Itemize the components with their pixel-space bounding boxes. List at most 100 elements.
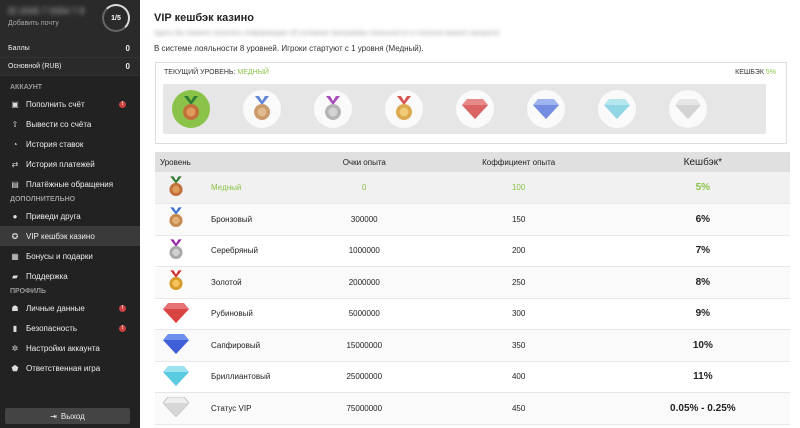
page-title: VIP кешбэк казино <box>154 12 255 24</box>
balance-main: Основной (RUB) 0 <box>0 58 140 76</box>
diamond-icon <box>163 365 189 386</box>
logout-button[interactable]: ⇥ Выход <box>5 408 130 424</box>
level-points: 75000000 <box>307 392 422 425</box>
copper-medal-icon <box>183 96 199 120</box>
section-additional: Дополнительно <box>10 196 76 203</box>
gear-icon: ✲ <box>11 343 19 353</box>
level-cashback: 11% <box>615 361 790 393</box>
sidebar-item-label: История платежей <box>26 159 95 169</box>
sidebar-item-withdraw[interactable]: ⇧ Вывести со счёта <box>0 114 140 134</box>
sidebar-item-personal-data[interactable]: ☗ Личные данные ! <box>0 298 140 318</box>
sidebar-item-support[interactable]: ▰ Поддержка <box>0 266 140 286</box>
table-row: Статус VIP 75000000 450 0.05% - 0.25% <box>155 392 790 425</box>
level-cashback: 0.05% - 0.25% <box>615 392 790 425</box>
level-coef: 250 <box>421 266 616 299</box>
level-coef: 100 <box>421 172 616 204</box>
alert-badge: ! <box>119 100 126 108</box>
level-coef: 150 <box>421 203 616 236</box>
level-vip-badge <box>669 90 707 128</box>
table-row: Медный 0 100 5% <box>155 172 790 204</box>
level-bronze-badge <box>243 90 281 128</box>
sidebar-item-deposit[interactable]: ▣ Пополнить счёт ! <box>0 94 140 114</box>
balance-points-value: 0 <box>125 44 130 53</box>
sapphire-icon <box>163 334 189 355</box>
alert-badge: ! <box>119 304 126 312</box>
balance-main-label: Основной (RUB) <box>8 63 62 70</box>
sidebar-item-bonuses[interactable]: ▦ Бонусы и подарки <box>0 246 140 266</box>
table-row: Сапфировый 15000000 350 10% <box>155 329 790 362</box>
level-cashback: 9% <box>615 298 790 330</box>
table-row: Бриллиантовый 25000000 400 11% <box>155 361 790 393</box>
section-profile: Профиль <box>10 288 47 295</box>
current-cashback-label: Кешбэк <box>735 69 764 76</box>
page-description: Здесь Вы можете получить информацию об у… <box>154 30 500 37</box>
level-points: 5000000 <box>307 298 422 330</box>
vip-diamond-icon <box>675 99 701 119</box>
logout-label: Выход <box>60 411 85 421</box>
sidebar-item-label: Пополнить счёт <box>26 99 85 109</box>
table-row: Бронзовый 300000 150 6% <box>155 203 790 236</box>
level-diamond-badge <box>598 90 636 128</box>
silver-medal-icon <box>325 96 341 120</box>
user-icon: ☗ <box>11 303 19 313</box>
level-coef: 400 <box>421 361 616 393</box>
alert-badge: ! <box>119 324 126 332</box>
header-points: Очки опыта <box>307 152 422 172</box>
level-ruby-badge <box>456 90 494 128</box>
sidebar-item-bet-history[interactable]: ◔ История ставок <box>0 134 140 154</box>
user-block: ID 2045 7 0054 7 8 Добавить почту 1/5 <box>0 0 140 38</box>
wallet-icon: ▣ <box>11 99 19 109</box>
level-name: Бронзовый <box>197 203 307 236</box>
header-level: Уровень <box>155 152 307 172</box>
balance-points: Баллы 0 <box>0 40 140 58</box>
sidebar-item-label: VIP кешбэк казино <box>26 231 95 241</box>
level-cashback: 6% <box>615 203 790 236</box>
level-points: 300000 <box>307 203 422 236</box>
sidebar-item-account-settings[interactable]: ✲ Настройки аккаунта <box>0 338 140 358</box>
level-cashback: 5% <box>615 172 790 204</box>
sidebar-item-payment-tickets[interactable]: ▤ Платёжные обращения <box>0 174 140 194</box>
level-name: Сапфировый <box>197 329 307 362</box>
level-sapphire-badge <box>527 90 565 128</box>
level-gold-badge <box>385 90 423 128</box>
level-cashback: 8% <box>615 266 790 299</box>
sidebar-item-vip-cashback[interactable]: ✪ VIP кешбэк казино <box>0 226 140 246</box>
current-level: Текущий уровень: Медный <box>164 69 269 76</box>
sidebar-item-label: Настройки аккаунта <box>26 343 100 353</box>
copper-medal-icon <box>169 175 183 196</box>
bronze-medal-icon <box>254 96 270 120</box>
sidebar-item-refer-friend[interactable]: ● Приведи друга <box>0 206 140 226</box>
gift-icon: ▦ <box>11 251 19 261</box>
swap-icon: ⇄ <box>11 159 19 169</box>
balances: Баллы 0 Основной (RUB) 0 <box>0 38 140 76</box>
level-coef: 350 <box>421 329 616 362</box>
upload-icon: ⇧ <box>11 119 19 129</box>
current-level-panel: Текущий уровень: Медный Кешбэк 5% <box>155 62 787 144</box>
sidebar-item-responsible-gaming[interactable]: ⬟ Ответственная игра <box>0 358 140 378</box>
level-name: Серебряный <box>197 235 307 267</box>
header-coef: Коффициент опыта <box>421 152 616 172</box>
level-medals-strip <box>163 84 766 134</box>
diamond-icon <box>604 99 630 119</box>
gold-medal-icon <box>396 96 412 120</box>
table-row: Серебряный 1000000 200 7% <box>155 235 790 267</box>
level-coef: 200 <box>421 235 616 267</box>
level-cashback: 10% <box>615 329 790 362</box>
level-points: 15000000 <box>307 329 422 362</box>
level-name: Статус VIP <box>197 392 307 425</box>
sidebar-item-security[interactable]: ▮ Безопасность ! <box>0 318 140 338</box>
level-points: 1000000 <box>307 235 422 267</box>
table-row: Золотой 2000000 250 8% <box>155 266 790 299</box>
table-header-row: Уровень Очки опыта Коффициент опыта Кешб… <box>155 152 790 172</box>
sidebar-item-label: История ставок <box>26 139 84 149</box>
sidebar-item-payment-history[interactable]: ⇄ История платежей <box>0 154 140 174</box>
sidebar-item-label: Приведи друга <box>26 211 81 221</box>
history-icon: ◔ <box>12 139 18 149</box>
level-name: Рубиновый <box>197 298 307 330</box>
section-account: Аккаунт <box>10 84 43 91</box>
level-points: 2000000 <box>307 266 422 299</box>
sidebar-item-label: Поддержка <box>26 271 68 281</box>
loyalty-description: В системе лояльности 8 уровней. Игроки с… <box>154 44 424 53</box>
sidebar-item-label: Вывести со счёта <box>26 119 92 129</box>
current-cashback: Кешбэк 5% <box>735 69 776 76</box>
